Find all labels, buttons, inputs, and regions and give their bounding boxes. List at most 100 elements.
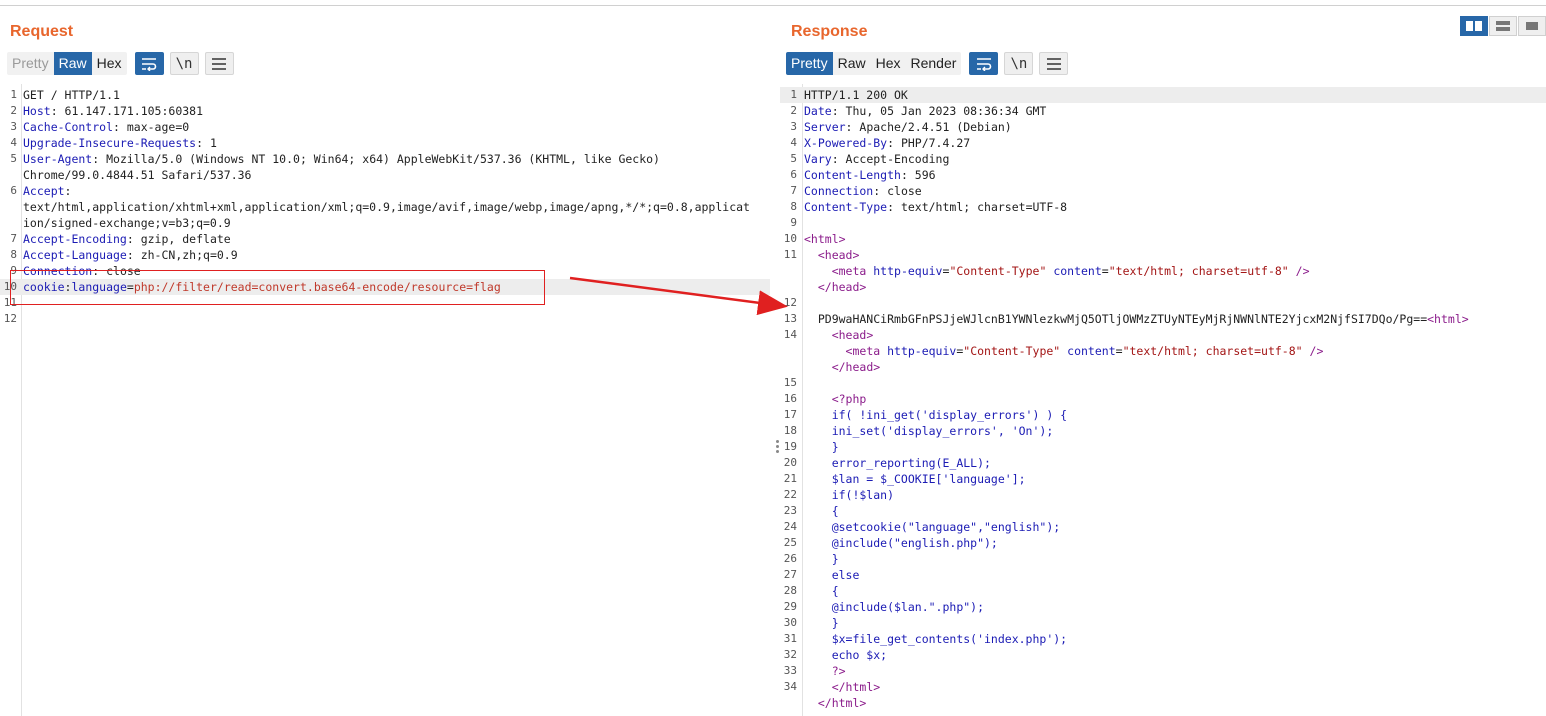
code-line[interactable]: 20 error_reporting(E_ALL); — [780, 455, 1546, 471]
code-line[interactable]: 28 { — [780, 583, 1546, 599]
hamburger-menu-icon[interactable] — [204, 52, 234, 75]
tab-pretty[interactable]: Pretty — [786, 52, 833, 75]
code-line[interactable]: ion/signed-exchange;v=b3;q=0.9 — [0, 215, 770, 231]
code-line[interactable]: 5 Vary: Accept-Encoding — [780, 151, 1546, 167]
code-line[interactable]: 6 Content-Length: 596 — [780, 167, 1546, 183]
code-line[interactable]: 26 } — [780, 551, 1546, 567]
code-line[interactable]: 2 Date: Thu, 05 Jan 2023 08:36:34 GMT — [780, 103, 1546, 119]
pane-resize-handle[interactable] — [776, 440, 779, 455]
code-token: Accept-Encoding — [23, 232, 127, 246]
code-line[interactable]: 5 User-Agent: Mozilla/5.0 (Windows NT 10.… — [0, 151, 770, 167]
line-number: 29 — [783, 600, 797, 613]
code-line[interactable]: 18 ini_set('display_errors', 'On'); — [780, 423, 1546, 439]
code-token: <meta — [845, 344, 888, 358]
code-line[interactable]: 7 Connection: close — [780, 183, 1546, 199]
code-line[interactable]: 6 Accept: — [0, 183, 770, 199]
tab-pretty[interactable]: Pretty — [7, 52, 54, 75]
code-line[interactable]: 29 @include($lan.".php"); — [780, 599, 1546, 615]
code-line[interactable]: <meta http-equiv="Content-Type" content=… — [780, 343, 1546, 359]
line-number: 1 — [10, 88, 17, 101]
line-number: 34 — [783, 680, 797, 693]
code-line[interactable]: 9 — [780, 215, 1546, 231]
code-line[interactable]: 15 — [780, 375, 1546, 391]
code-line[interactable]: 27 else — [780, 567, 1546, 583]
response-editor[interactable]: 1 HTTP/1.1 200 OK 2 Date: Thu, 05 Jan 2023 … — [780, 84, 1546, 716]
code-line[interactable]: 1 GET / HTTP/1.1 — [0, 87, 770, 103]
line-number: 13 — [783, 312, 797, 325]
code-line[interactable]: </head> — [780, 279, 1546, 295]
code-text: ion/signed-exchange;v=b3;q=0.9 — [23, 215, 231, 231]
code-line[interactable]: 25 @include("english.php"); — [780, 535, 1546, 551]
code-line[interactable]: 33 ?> — [780, 663, 1546, 679]
code-line[interactable]: 17 if( !ini_get('display_errors') ) { — [780, 407, 1546, 423]
code-line[interactable]: 1 HTTP/1.1 200 OK — [780, 87, 1546, 103]
code-line[interactable]: 2 Host: 61.147.171.105:60381 — [0, 103, 770, 119]
stacked-layout-icon[interactable] — [1489, 16, 1517, 36]
code-token: : gzip, deflate — [126, 232, 231, 246]
code-line[interactable]: 19 } — [780, 439, 1546, 455]
code-token: /> — [1295, 264, 1310, 278]
code-text: @include("english.php"); — [804, 535, 998, 551]
code-line[interactable]: 3 Cache-Control: max-age=0 — [0, 119, 770, 135]
code-line[interactable]: Chrome/99.0.4844.51 Safari/537.36 — [0, 167, 770, 183]
line-number: 6 — [10, 184, 17, 197]
wrap-lines-icon[interactable] — [969, 52, 999, 75]
code-line[interactable]: 12 — [780, 295, 1546, 311]
code-line[interactable]: 8 Content-Type: text/html; charset=UTF-8 — [780, 199, 1546, 215]
tab-render[interactable]: Render — [905, 52, 962, 75]
code-line[interactable]: 8 Accept-Language: zh-CN,zh;q=0.9 — [0, 247, 770, 263]
code-line[interactable]: 24 @setcookie("language","english"); — [780, 519, 1546, 535]
line-number: 17 — [783, 408, 797, 421]
code-line[interactable]: 12 — [0, 311, 770, 327]
tab-hex[interactable]: Hex — [870, 52, 906, 75]
code-token: content — [1067, 344, 1116, 358]
code-line[interactable]: 22 if(!$lan) — [780, 487, 1546, 503]
code-line[interactable]: 13 PD9waHANCiRmbGFnPSJjeWJlcnB1YWNlezkwM… — [780, 311, 1546, 327]
tab-raw[interactable]: Raw — [832, 52, 871, 75]
tab-hex[interactable]: Hex — [91, 52, 127, 75]
code-token: PD9waHANCiRmbGFnPSJjeWJlcnB1YWNlezkwMjQ5… — [804, 312, 1428, 326]
code-text: <?php — [804, 391, 867, 407]
code-line[interactable]: 30 } — [780, 615, 1546, 631]
code-line[interactable]: 34 </html> — [780, 679, 1546, 695]
code-token: "text/html; charset=utf-8" — [1108, 264, 1289, 278]
code-line[interactable]: 21 $lan = $_COOKIE['language']; — [780, 471, 1546, 487]
code-line[interactable]: 14 <head> — [780, 327, 1546, 343]
code-token: Server — [804, 120, 846, 134]
code-token: <head> — [817, 248, 860, 262]
tab-raw[interactable]: Raw — [53, 52, 92, 75]
single-pane-layout-icon[interactable] — [1518, 16, 1546, 36]
code-line[interactable]: 10 <html> — [780, 231, 1546, 247]
newline-icon[interactable]: \n — [169, 52, 199, 75]
code-token: Content-Length — [804, 168, 901, 182]
code-line[interactable]: 4 X-Powered-By: PHP/7.4.27 — [780, 135, 1546, 151]
code-token: </html> — [831, 680, 881, 694]
code-line[interactable]: </head> — [780, 359, 1546, 375]
hamburger-menu-icon[interactable] — [1039, 52, 1069, 75]
code-token: ?> — [804, 664, 846, 678]
code-token: Upgrade-Insecure-Requests — [23, 136, 197, 150]
code-token: Accept — [23, 184, 65, 198]
line-number: 30 — [783, 616, 797, 629]
wrap-lines-icon[interactable] — [134, 52, 164, 75]
code-token: http-equiv — [873, 264, 943, 278]
newline-icon[interactable]: \n — [1004, 52, 1034, 75]
code-line[interactable]: text/html,application/xhtml+xml,applicat… — [0, 199, 770, 215]
line-number: 28 — [783, 584, 797, 597]
code-text: @include($lan.".php"); — [804, 599, 984, 615]
code-line[interactable]: 32 echo $x; — [780, 647, 1546, 663]
request-editor[interactable]: 1 GET / HTTP/1.1 2 Host: 61.147.171.105:603… — [0, 84, 770, 716]
side-by-side-layout-icon[interactable] — [1460, 16, 1488, 36]
code-line[interactable]: 16 <?php — [780, 391, 1546, 407]
code-line[interactable]: 31 $x=file_get_contents('index.php'); — [780, 631, 1546, 647]
code-line[interactable]: <meta http-equiv="Content-Type" content=… — [780, 263, 1546, 279]
code-line[interactable]: 23 { — [780, 503, 1546, 519]
code-text: Host: 61.147.171.105:60381 — [23, 103, 203, 119]
code-line[interactable]: 7 Accept-Encoding: gzip, deflate — [0, 231, 770, 247]
code-line[interactable]: 11 <head> — [780, 247, 1546, 263]
code-line[interactable]: 3 Server: Apache/2.4.51 (Debian) — [780, 119, 1546, 135]
code-line[interactable]: 4 Upgrade-Insecure-Requests: 1 — [0, 135, 770, 151]
code-line[interactable]: </html> — [780, 695, 1546, 711]
code-text: Upgrade-Insecure-Requests: 1 — [23, 135, 217, 151]
